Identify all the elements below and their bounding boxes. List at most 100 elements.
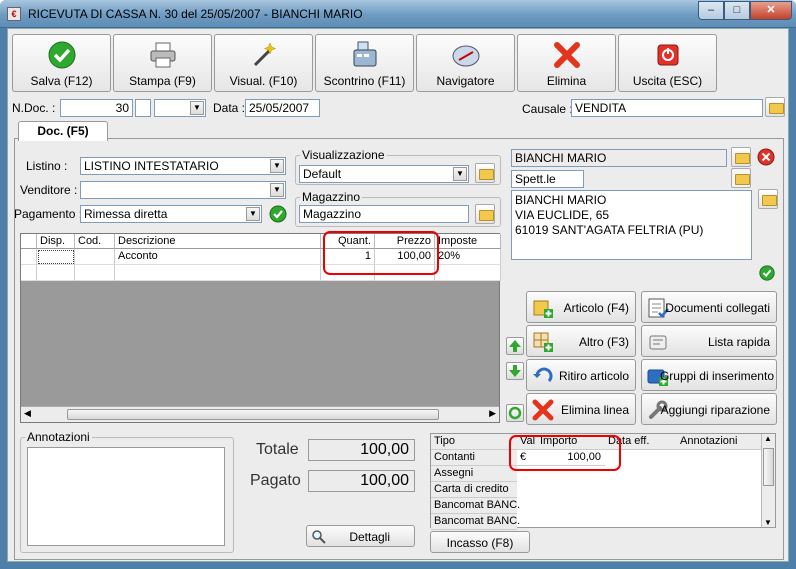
cell-descrizione[interactable]: Acconto [115, 249, 321, 265]
arrow-up-icon [509, 340, 521, 352]
navigator-button[interactable]: Navigatore [416, 34, 515, 92]
table-row[interactable] [21, 265, 37, 281]
maximize-button[interactable]: □ [724, 1, 750, 20]
cell-cod[interactable] [75, 249, 115, 265]
refresh-button[interactable] [506, 404, 524, 422]
empty-cell[interactable] [115, 265, 321, 281]
payment-row-tipo[interactable]: Assegni [431, 466, 517, 482]
causale-input[interactable]: VENDITA [571, 99, 763, 117]
grid-add-icon [533, 332, 553, 352]
window-title: RICEVUTA DI CASSA N. 30 del 25/05/2007 -… [28, 7, 363, 21]
check-icon [48, 41, 75, 69]
scroll-up-icon[interactable]: ▲ [764, 434, 772, 443]
return-article-icon [533, 367, 553, 383]
pagamento-dropdown[interactable]: Rimessa diretta ▼ [80, 205, 262, 223]
empty-cell[interactable] [435, 265, 501, 281]
scroll-thumb[interactable] [763, 448, 774, 486]
table-row[interactable] [21, 249, 37, 265]
remove-customer-icon[interactable] [757, 148, 775, 166]
chevron-down-icon: ▼ [190, 101, 204, 115]
incasso-label: Incasso (F8) [446, 536, 514, 550]
scroll-left-icon[interactable]: ◀ [24, 408, 31, 419]
customer-folder-icon[interactable] [731, 147, 751, 167]
date-input[interactable]: 25/05/2007 [245, 99, 320, 117]
customer-address-box[interactable]: BIANCHI MARIO VIA EUCLIDE, 65 61019 SANT… [511, 190, 752, 260]
empty-cell[interactable] [37, 265, 75, 281]
cell-disp[interactable] [37, 249, 75, 265]
chevron-down-icon: ▼ [270, 159, 284, 173]
view-button[interactable]: Visual. (F10) [214, 34, 313, 92]
quick-list-button[interactable]: Lista rapida [641, 325, 777, 357]
payment-row-tipo[interactable]: Carta di credito [431, 482, 517, 498]
magazzino-folder-icon[interactable] [475, 204, 495, 224]
ndoc-suffix-input[interactable] [135, 99, 151, 117]
customer-title-field[interactable]: Spett.le [511, 170, 584, 188]
horizontal-scrollbar[interactable]: ◀ ▶ [21, 406, 499, 422]
app-icon: € [7, 7, 21, 21]
quick-list-icon [649, 335, 667, 350]
grid-col-descrizione[interactable]: Descrizione [115, 234, 321, 249]
empty-cell[interactable] [75, 265, 115, 281]
listino-dropdown[interactable]: LISTINO INTESTATARIO ▼ [80, 157, 286, 175]
add-repair-button[interactable]: Aggiungi riparazione [641, 393, 777, 425]
ndoc-series-dropdown[interactable]: ▼ [154, 99, 206, 117]
delete-line-button[interactable]: Elimina linea [526, 393, 636, 425]
move-down-button[interactable] [506, 362, 524, 380]
receipt-button[interactable]: Scontrino (F11) [315, 34, 414, 92]
pagato-label: Pagato [250, 472, 301, 489]
scroll-right-icon[interactable]: ▶ [489, 408, 496, 419]
exit-button[interactable]: Uscita (ESC) [618, 34, 717, 92]
customer-name-field[interactable]: BIANCHI MARIO [511, 149, 727, 167]
grid-col-cod[interactable]: Cod. [75, 234, 115, 249]
delete-button[interactable]: Elimina [517, 34, 616, 92]
linked-documents-button[interactable]: Documenti collegati [641, 291, 777, 323]
pagamento-label: Pagamento : [14, 207, 83, 221]
chevron-down-icon: ▼ [453, 167, 467, 181]
magazzino-input[interactable]: Magazzino [299, 205, 469, 223]
print-button[interactable]: Stampa (F9) [113, 34, 212, 92]
details-label: Dettagli [349, 530, 390, 544]
save-button[interactable]: Salva (F12) [12, 34, 111, 92]
confirm-address-icon[interactable] [758, 264, 776, 282]
address-folder-icon[interactable] [758, 189, 778, 209]
printer-icon [150, 42, 175, 68]
details-button[interactable]: Dettagli [306, 525, 415, 547]
address-search-icon[interactable] [731, 168, 751, 188]
cell-imposte[interactable]: 20% [435, 249, 501, 265]
venditore-dropdown[interactable]: ▼ [80, 181, 286, 199]
grid-col-imposte[interactable]: Imposte [435, 234, 501, 249]
payment-row-tipo[interactable]: Contanti [431, 450, 517, 466]
insert-groups-button[interactable]: Gruppi di inserimento [641, 359, 777, 391]
move-up-button[interactable] [506, 337, 524, 355]
scroll-down-icon[interactable]: ▼ [764, 518, 772, 527]
print-button-label: Stampa (F9) [129, 74, 196, 88]
return-article-button[interactable]: Ritiro articolo [526, 359, 636, 391]
scroll-thumb[interactable] [67, 409, 439, 420]
payments-col-tipo[interactable]: Tipo [431, 434, 517, 450]
tab-document[interactable]: Doc. (F5) [18, 121, 108, 141]
visualizzazione-dropdown[interactable]: Default ▼ [299, 165, 469, 183]
visualizzazione-folder-icon[interactable] [475, 163, 495, 183]
payments-col-annotazioni[interactable]: Annotazioni [677, 434, 763, 450]
venditore-label: Venditore : [20, 183, 78, 197]
annotazioni-title: Annotazioni [25, 430, 92, 444]
ndoc-input[interactable]: 30 [60, 99, 133, 117]
listino-label: Listino : [26, 159, 68, 173]
causale-label: Causale : [522, 102, 573, 116]
confirm-payment-icon[interactable] [268, 204, 288, 224]
cash-register-icon [353, 41, 376, 67]
annotazioni-textarea[interactable] [27, 447, 225, 546]
incasso-button[interactable]: Incasso (F8) [430, 531, 530, 553]
delete-line-label: Elimina linea [560, 403, 629, 417]
other-button[interactable]: Altro (F3) [526, 325, 636, 357]
causale-folder-icon[interactable] [765, 97, 785, 117]
minimize-button[interactable]: – [698, 1, 724, 20]
payment-row-tipo[interactable]: Bancomat BANC. [431, 498, 520, 514]
navigator-button-label: Navigatore [436, 74, 495, 88]
grid-col-disp[interactable]: Disp. [37, 234, 75, 249]
close-window-button[interactable]: ✕ [750, 1, 792, 20]
payment-row-tipo[interactable]: Bancomat BANC. [431, 514, 520, 530]
payments-scrollbar[interactable]: ▲ ▼ [761, 434, 775, 527]
add-article-button[interactable]: Articolo (F4) [526, 291, 636, 323]
quick-list-label: Lista rapida [707, 335, 770, 349]
